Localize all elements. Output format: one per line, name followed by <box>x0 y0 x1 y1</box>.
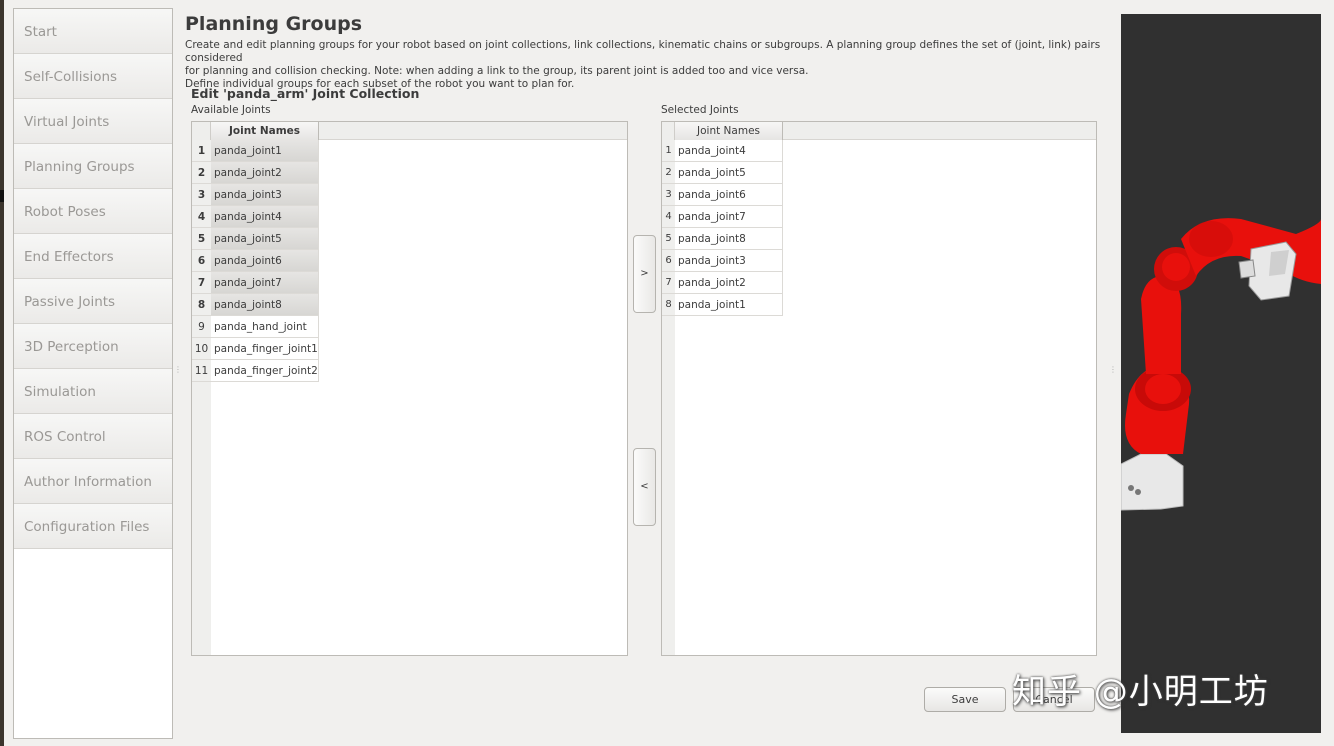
page-description: Create and edit planning groups for your… <box>185 39 1115 91</box>
description-line: for planning and collision checking. Not… <box>185 65 809 77</box>
available-joints-label: Available Joints <box>191 104 271 116</box>
joint-name-cell[interactable]: panda_joint5 <box>211 228 319 250</box>
table-row[interactable]: 9 panda_hand_joint <box>192 316 319 338</box>
table-row[interactable]: 6 panda_joint3 <box>662 250 783 272</box>
table-row[interactable]: 4 panda_joint7 <box>662 206 783 228</box>
nav-item-author-information[interactable]: Author Information <box>14 459 172 504</box>
available-joints-rows: 1 panda_joint1 2 panda_joint2 3 panda_joint3 4… <box>192 140 319 382</box>
robot-base-link <box>1121 453 1184 511</box>
table-row[interactable]: 5 panda_joint8 <box>662 228 783 250</box>
joint-name-cell[interactable]: panda_joint4 <box>675 140 783 162</box>
nav-item-virtual-joints[interactable]: Virtual Joints <box>14 99 172 144</box>
row-number[interactable]: 2 <box>192 162 211 184</box>
joint-name-cell[interactable]: panda_joint7 <box>675 206 783 228</box>
row-number[interactable]: 1 <box>662 140 675 162</box>
joint-name-cell[interactable]: panda_hand_joint <box>211 316 319 338</box>
row-number[interactable]: 6 <box>662 250 675 272</box>
joint-name-cell[interactable]: panda_joint1 <box>675 294 783 316</box>
robot-3d-viewport[interactable] <box>1121 14 1321 733</box>
joint-name-cell[interactable]: panda_joint1 <box>211 140 319 162</box>
splitter-grip-right[interactable]: ⋮ <box>1109 366 1117 378</box>
joint-names-column-header[interactable]: Joint Names <box>211 122 319 140</box>
joint-name-cell[interactable]: panda_finger_joint2 <box>211 360 319 382</box>
row-number[interactable]: 4 <box>192 206 211 228</box>
nav-item-passive-joints[interactable]: Passive Joints <box>14 279 172 324</box>
row-number[interactable]: 2 <box>662 162 675 184</box>
joint-name-cell[interactable]: panda_joint5 <box>675 162 783 184</box>
table-row[interactable]: 2 panda_joint5 <box>662 162 783 184</box>
row-number[interactable]: 7 <box>662 272 675 294</box>
joint-name-cell[interactable]: panda_joint4 <box>211 206 319 228</box>
table-corner[interactable] <box>192 122 211 140</box>
joint-name-cell[interactable]: panda_joint8 <box>675 228 783 250</box>
table-row[interactable]: 11 panda_finger_joint2 <box>192 360 319 382</box>
joint-name-cell[interactable]: panda_joint8 <box>211 294 319 316</box>
nav-item-robot-poses[interactable]: Robot Poses <box>14 189 172 234</box>
joint-name-cell[interactable]: panda_joint7 <box>211 272 319 294</box>
available-joints-table[interactable]: Joint Names 1 panda_joint1 2 panda_joint2 3 p… <box>191 121 628 656</box>
selected-joints-table[interactable]: Joint Names 1 panda_joint4 2 panda_joint5 3 p… <box>661 121 1097 656</box>
watermark: 知乎 @小明工坊 <box>1012 672 1269 712</box>
selected-joints-label: Selected Joints <box>661 104 739 116</box>
row-number[interactable]: 10 <box>192 338 211 360</box>
remove-joint-button-label: < <box>640 481 649 492</box>
table-row[interactable]: 8 panda_joint8 <box>192 294 319 316</box>
row-number[interactable]: 1 <box>192 140 211 162</box>
table-row[interactable]: 1 panda_joint1 <box>192 140 319 162</box>
nav-item-planning-groups[interactable]: Planning Groups <box>14 144 172 189</box>
add-joint-button[interactable]: > <box>633 235 656 313</box>
joint-name-cell[interactable]: panda_joint2 <box>211 162 319 184</box>
page-title: Planning Groups <box>185 13 363 35</box>
joint-name-cell[interactable]: panda_joint6 <box>211 250 319 272</box>
joint-name-cell[interactable]: panda_joint6 <box>675 184 783 206</box>
row-number[interactable]: 8 <box>192 294 211 316</box>
table-row[interactable]: 3 panda_joint6 <box>662 184 783 206</box>
table-row[interactable]: 4 panda_joint4 <box>192 206 319 228</box>
row-number[interactable]: 11 <box>192 360 211 382</box>
table-row[interactable]: 2 panda_joint2 <box>192 162 319 184</box>
joint-name-cell[interactable]: panda_joint2 <box>675 272 783 294</box>
row-number[interactable]: 5 <box>192 228 211 250</box>
nav-item-ros-control[interactable]: ROS Control <box>14 414 172 459</box>
splitter-grip-left[interactable]: ⋮ <box>174 366 182 378</box>
remove-joint-button[interactable]: < <box>633 448 656 526</box>
selected-joints-rows: 1 panda_joint4 2 panda_joint5 3 panda_joint6 4… <box>662 140 783 316</box>
nav-item-self-collisions[interactable]: Self-Collisions <box>14 54 172 99</box>
description-line: Create and edit planning groups for your… <box>185 39 1101 64</box>
row-number[interactable]: 5 <box>662 228 675 250</box>
row-number[interactable]: 3 <box>192 184 211 206</box>
nav-item-end-effectors[interactable]: End Effectors <box>14 234 172 279</box>
row-number[interactable]: 3 <box>662 184 675 206</box>
add-joint-button-label: > <box>640 268 649 279</box>
window-edge-marker <box>0 190 4 202</box>
nav-item-3d-perception[interactable]: 3D Perception <box>14 324 172 369</box>
setup-steps-nav: Start Self-Collisions Virtual Joints Pla… <box>13 8 173 739</box>
edit-collection-title: Edit 'panda_arm' Joint Collection <box>191 86 420 101</box>
table-row[interactable]: 7 panda_joint2 <box>662 272 783 294</box>
row-number[interactable]: 6 <box>192 250 211 272</box>
table-corner[interactable] <box>662 122 675 140</box>
table-row[interactable]: 6 panda_joint6 <box>192 250 319 272</box>
robot-model-illustration <box>1121 218 1321 511</box>
table-row[interactable]: 10 panda_finger_joint1 <box>192 338 319 360</box>
joint-name-cell[interactable]: panda_joint3 <box>211 184 319 206</box>
nav-item-configuration-files[interactable]: Configuration Files <box>14 504 172 549</box>
row-number[interactable]: 9 <box>192 316 211 338</box>
row-number[interactable]: 4 <box>662 206 675 228</box>
window-edge <box>0 0 4 746</box>
table-row[interactable]: 7 panda_joint7 <box>192 272 319 294</box>
save-button[interactable]: Save <box>924 687 1006 712</box>
table-row[interactable]: 1 panda_joint4 <box>662 140 783 162</box>
nav-item-start[interactable]: Start <box>14 9 172 54</box>
joint-name-cell[interactable]: panda_finger_joint1 <box>211 338 319 360</box>
table-row[interactable]: 8 panda_joint1 <box>662 294 783 316</box>
nav-item-simulation[interactable]: Simulation <box>14 369 172 414</box>
row-number[interactable]: 8 <box>662 294 675 316</box>
joint-name-cell[interactable]: panda_joint3 <box>675 250 783 272</box>
row-number[interactable]: 7 <box>192 272 211 294</box>
joint-names-column-header[interactable]: Joint Names <box>675 122 783 140</box>
table-row[interactable]: 3 panda_joint3 <box>192 184 319 206</box>
table-row[interactable]: 5 panda_joint5 <box>192 228 319 250</box>
